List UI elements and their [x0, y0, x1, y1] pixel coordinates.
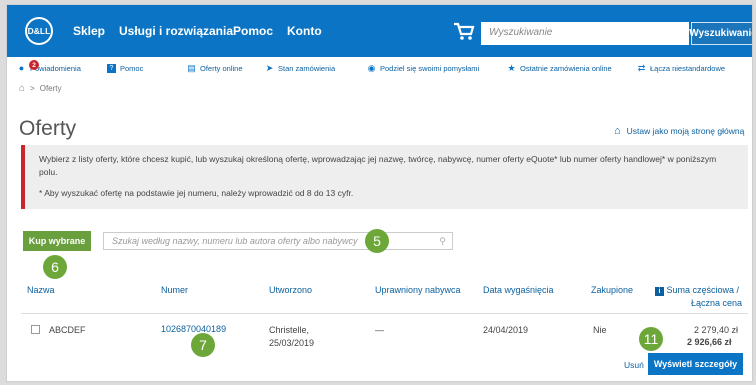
bell-icon: ●: [18, 63, 25, 73]
row-created-by: Christelle,: [269, 325, 310, 335]
search-input[interactable]: Wyszukiwanie: [481, 22, 689, 45]
column-created[interactable]: Utworzono: [269, 285, 312, 295]
column-name[interactable]: Nazwa: [27, 285, 55, 295]
search-button[interactable]: Wyszukiwanie: [689, 22, 752, 45]
cart-icon[interactable]: [453, 21, 475, 41]
column-buyer[interactable]: Uprawniony nabywca: [375, 285, 461, 295]
page-title: Oferty: [19, 117, 77, 140]
quick-links-bar: ● 2 Powiadomienia ? Pomoc ▤ Oferty onlin…: [7, 60, 752, 78]
dell-offers-page: D&LL Sklep Usługi i rozwiązania Pomoc Ko…: [6, 4, 753, 382]
offer-search-placeholder: Szukaj według nazwy, numeru lub autora o…: [112, 236, 358, 246]
callout-5: 5: [365, 229, 389, 253]
column-number[interactable]: Numer: [161, 285, 188, 295]
nav-services[interactable]: Usługi i rozwiązania: [119, 24, 233, 38]
lightbulb-icon: ◉: [367, 63, 376, 73]
dell-logo[interactable]: D&LL: [25, 17, 53, 45]
buy-selected-button[interactable]: Kup wybrane: [23, 231, 91, 251]
row-checkbox[interactable]: [31, 325, 40, 334]
quicklink-online-offers[interactable]: ▤ Oferty online: [187, 63, 243, 74]
shipping-icon: ➤: [265, 63, 274, 73]
quicklink-custom-links[interactable]: ⇄ Łącza niestandardowe: [637, 63, 726, 74]
breadcrumb-separator: >: [30, 84, 35, 93]
quicklink-notifications[interactable]: ● 2 Powiadomienia: [17, 60, 81, 73]
nav-shop[interactable]: Sklep: [73, 24, 105, 38]
info-icon: i: [655, 287, 664, 296]
set-homepage-label: Ustaw jako moją stronę główną: [626, 126, 745, 136]
quicklink-label: Pomoc: [120, 64, 144, 73]
notification-count-badge: 2: [29, 60, 39, 70]
search-icon[interactable]: ⚲: [439, 236, 446, 247]
row-purchased: Nie: [593, 325, 607, 335]
top-navigation-bar: D&LL Sklep Usługi i rozwiązania Pomoc Ko…: [7, 5, 752, 57]
column-expiry[interactable]: Data wygaśnięcia: [483, 285, 554, 295]
breadcrumb: ⌂ > Oferty: [19, 83, 62, 94]
row-total: 2 926,66 zł: [687, 337, 732, 347]
quicklink-label: Stan zamówienia: [278, 64, 336, 73]
column-purchased[interactable]: Zakupione: [591, 285, 633, 295]
star-icon: ★: [507, 63, 516, 73]
callout-6: 6: [43, 255, 67, 279]
column-total-label-2: Łączna cena: [691, 298, 743, 308]
row-expiry: 24/04/2019: [483, 325, 529, 335]
quicklink-label: Oferty online: [200, 64, 243, 73]
row-number-link[interactable]: 1026870040189: [161, 324, 226, 334]
quicklink-recent-orders[interactable]: ★ Ostatnie zamówienia online: [507, 63, 612, 74]
document-icon: ▤: [187, 63, 196, 73]
info-notice: Wybierz z listy oferty, które chcesz kup…: [21, 145, 748, 209]
info-text: Wybierz z listy oferty, które chcesz kup…: [39, 154, 717, 177]
quicklink-label: Ostatnie zamówienia online: [520, 64, 612, 73]
link-icon: ⇄: [637, 63, 646, 73]
row-name: ABCDEF: [49, 325, 86, 335]
quicklink-label: Łącza niestandardowe: [650, 64, 726, 73]
remove-link[interactable]: Usuń: [624, 360, 644, 370]
offer-search-input[interactable]: Szukaj według nazwy, numeru lub autora o…: [103, 232, 453, 250]
callout-11: 11: [639, 327, 663, 351]
column-total-label: Suma częściowa /: [666, 285, 740, 295]
nav-account[interactable]: Konto: [287, 24, 322, 38]
row-buyer: —: [375, 325, 384, 335]
breadcrumb-current: Oferty: [39, 84, 62, 93]
quicklink-order-status[interactable]: ➤ Stan zamówienia: [265, 63, 336, 74]
set-homepage-link[interactable]: ⌂ Ustaw jako moją stronę główną: [614, 125, 744, 137]
home-icon[interactable]: ⌂: [19, 83, 25, 94]
row-created-date: 25/03/2019: [269, 338, 315, 348]
quicklink-label: Podziel się swoimi pomysłami: [380, 64, 480, 73]
help-icon: ?: [107, 64, 116, 73]
home-icon: ⌂: [614, 125, 621, 137]
info-footnote: * Aby wyszukać ofertę na podstawie jej n…: [39, 188, 354, 198]
row-subtotal: 2 279,40 zł: [694, 325, 739, 335]
quicklink-ideas[interactable]: ◉ Podziel się swoimi pomysłami: [367, 63, 480, 74]
view-details-button[interactable]: Wyświetl szczegóły: [648, 353, 743, 375]
row-divider: [21, 381, 748, 382]
column-total[interactable]: i Suma częściowa /: [655, 285, 739, 296]
header-divider: [21, 313, 748, 314]
nav-support[interactable]: Pomoc: [233, 24, 273, 38]
quicklink-help[interactable]: ? Pomoc: [107, 64, 143, 73]
callout-7: 7: [191, 333, 215, 357]
